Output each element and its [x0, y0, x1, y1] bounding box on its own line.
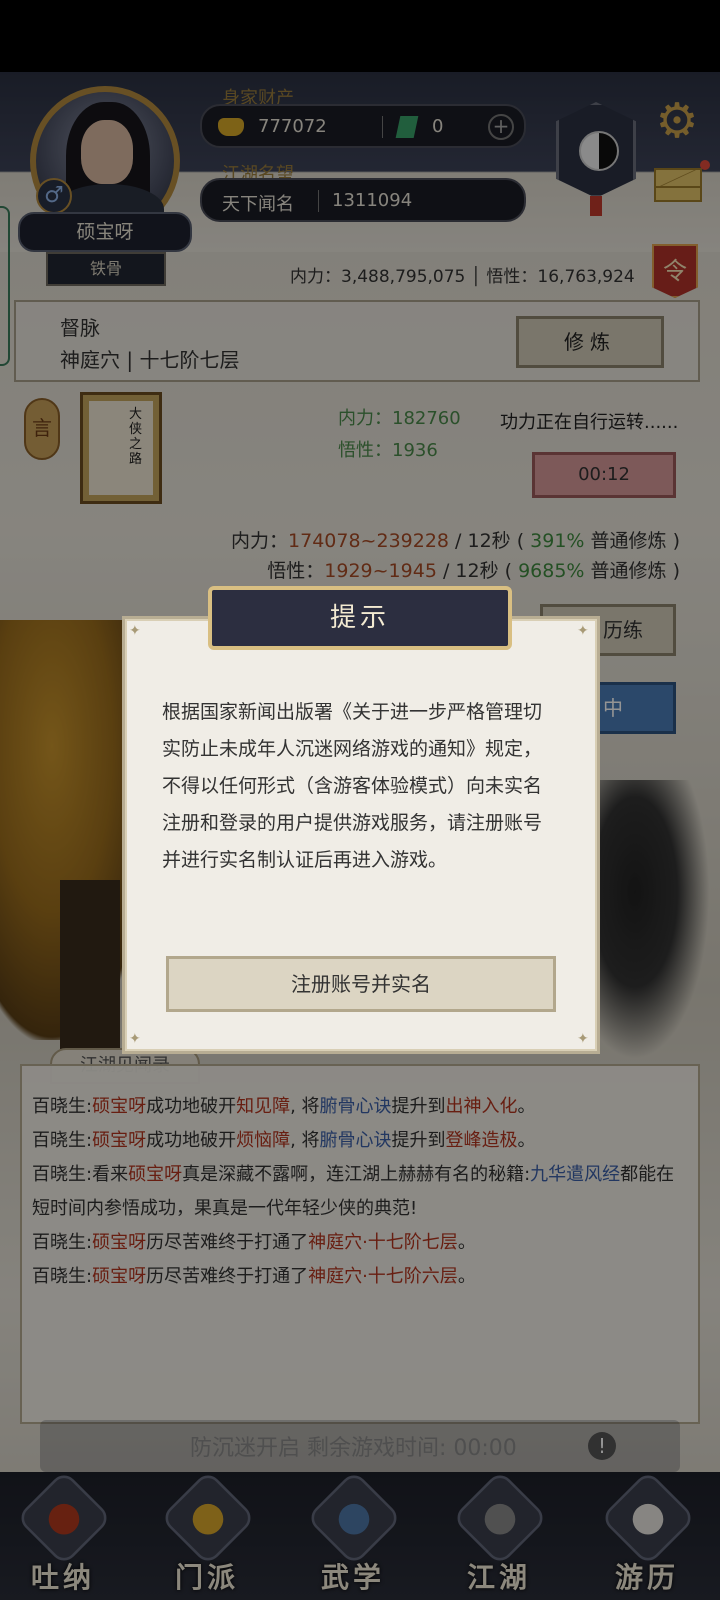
register-verify-button[interactable]: 注册账号并实名	[166, 956, 556, 1012]
corner-ornament-icon: ✦	[129, 623, 141, 639]
status-bar	[0, 0, 720, 72]
corner-ornament-icon: ✦	[577, 1031, 589, 1047]
dialog-message: 根据国家新闻出版署《关于进一步严格管理切实防止未成年人沉迷网络游戏的通知》规定，…	[162, 701, 543, 871]
corner-ornament-icon: ✦	[129, 1031, 141, 1047]
corner-ornament-icon: ✦	[577, 623, 589, 639]
dialog-title: 提示	[208, 586, 512, 650]
